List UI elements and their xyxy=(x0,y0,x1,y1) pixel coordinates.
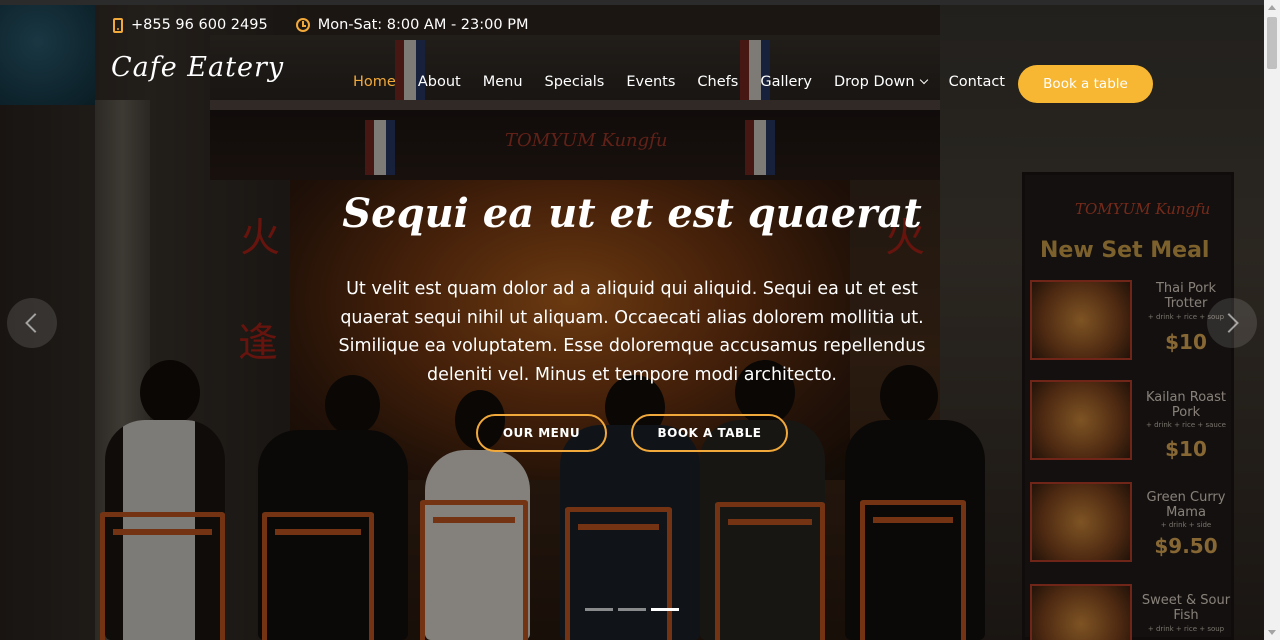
scroll-down-arrow-icon[interactable] xyxy=(1268,630,1276,635)
nav-item-dropdown-label: Drop Down xyxy=(833,74,915,90)
nav-item-about[interactable]: About xyxy=(418,74,461,90)
window-top-edge xyxy=(0,0,1280,5)
carousel-prev-button[interactable] xyxy=(7,298,57,348)
carousel-indicator-2[interactable] xyxy=(618,608,646,611)
carousel-indicator-3[interactable] xyxy=(651,608,679,611)
nav-item-gallery[interactable]: Gallery xyxy=(760,74,812,90)
top-info-bar: +855 96 600 2495 Mon-Sat: 8:00 AM - 23:0… xyxy=(113,17,556,33)
carousel-indicators xyxy=(585,608,684,611)
our-menu-button[interactable]: OUR MENU xyxy=(476,414,607,452)
chevron-left-icon xyxy=(25,313,45,333)
nav-item-specials[interactable]: Specials xyxy=(545,74,605,90)
nav-item-dropdown[interactable]: Drop Down xyxy=(833,74,928,90)
phone-number[interactable]: +855 96 600 2495 xyxy=(131,17,268,33)
clock-icon xyxy=(295,18,310,32)
nav-item-menu[interactable]: Menu xyxy=(483,74,523,90)
nav-item-chefs[interactable]: Chefs xyxy=(697,74,738,90)
hero-description: Ut velit est quam dolor ad a aliquid qui… xyxy=(338,279,926,385)
phone-icon xyxy=(113,17,123,33)
hours-info: Mon-Sat: 8:00 AM - 23:00 PM xyxy=(295,17,529,33)
phone-info[interactable]: +855 96 600 2495 xyxy=(113,17,268,33)
nav-item-home[interactable]: Home xyxy=(353,74,396,90)
site-logo[interactable]: Cafe Eatery xyxy=(111,52,284,83)
hero-title: Sequi ea ut et est quaerat xyxy=(342,190,922,237)
chevron-down-icon xyxy=(919,75,928,85)
hero-book-table-button[interactable]: BOOK A TABLE xyxy=(631,414,788,452)
scroll-up-arrow-icon[interactable] xyxy=(1268,5,1276,10)
book-table-button[interactable]: Book a table xyxy=(1018,65,1153,103)
chevron-right-icon xyxy=(1219,313,1239,333)
main-navigation: Home About Menu Specials Events Chefs Ga… xyxy=(353,74,1027,90)
opening-hours: Mon-Sat: 8:00 AM - 23:00 PM xyxy=(317,17,529,33)
carousel-indicator-1[interactable] xyxy=(585,608,613,611)
carousel-next-button[interactable] xyxy=(1207,298,1257,348)
scrollbar-thumb[interactable] xyxy=(1267,17,1277,69)
page-scrollbar[interactable] xyxy=(1264,0,1280,640)
nav-item-events[interactable]: Events xyxy=(626,74,675,90)
nav-item-contact[interactable]: Contact xyxy=(949,74,1005,90)
